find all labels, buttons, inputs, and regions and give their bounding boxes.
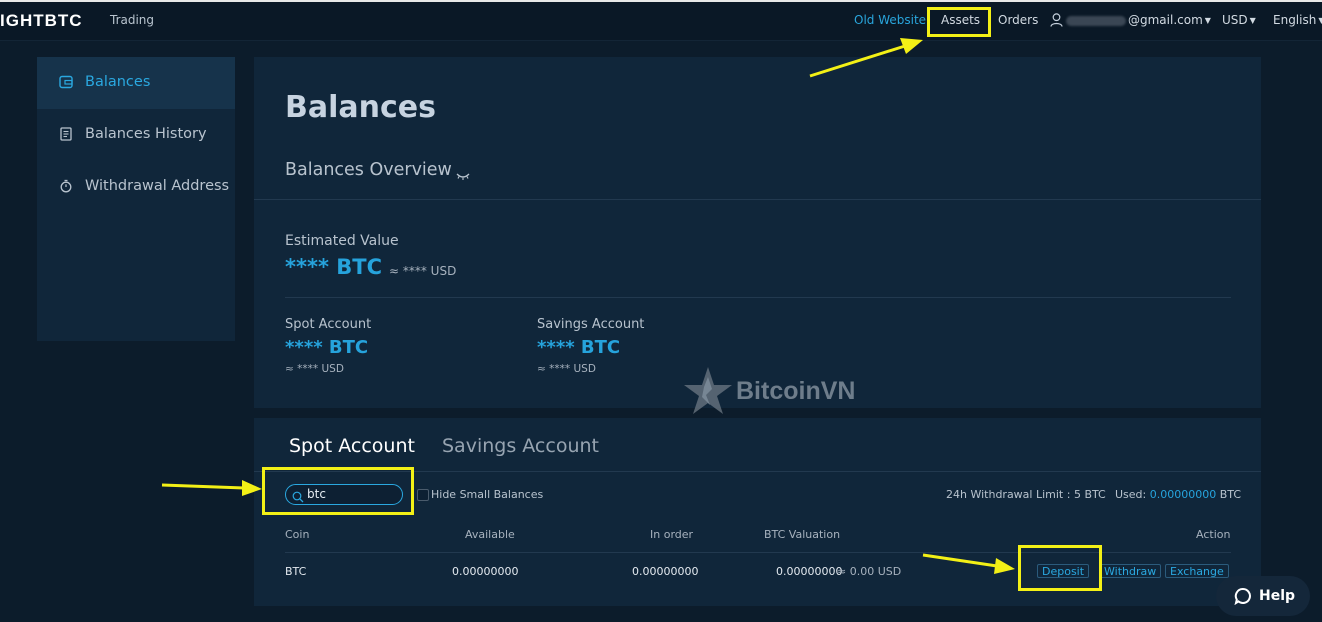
highlight-box-search — [262, 467, 414, 515]
sidebar-item-label: Withdrawal Address — [85, 178, 230, 194]
column-header-available: Available — [465, 528, 515, 541]
tab-spot-account[interactable]: Spot Account — [289, 435, 415, 457]
currency-selector[interactable]: USD ▼ — [1222, 13, 1256, 27]
arrow-to-search — [161, 483, 245, 490]
chevron-down-icon: ▼ — [1318, 16, 1322, 25]
sidebar-item-label: Balances History — [85, 126, 207, 142]
overview-heading: Balances Overview — [285, 160, 452, 180]
highlight-box-assets — [927, 7, 991, 37]
sidebar-item-balances[interactable]: Balances — [37, 57, 235, 109]
nav-link-orders[interactable]: Orders — [998, 13, 1038, 27]
hide-small-balances-checkbox[interactable] — [417, 489, 429, 501]
cell-in-order: 0.00000000 — [632, 565, 699, 578]
column-header-in-order: In order — [650, 528, 694, 541]
cell-available: 0.00000000 — [452, 565, 519, 578]
currency-label: USD — [1222, 13, 1248, 27]
cell-coin: BTC — [285, 565, 307, 578]
wallet-icon — [59, 75, 73, 89]
page-title: Balances — [285, 90, 436, 125]
watermark-text: BitcoinVN — [736, 377, 856, 405]
top-navigation-bar: IGHTBTC Trading Old Website Assets Order… — [0, 0, 1322, 41]
savings-account-value: **** BTC — [537, 337, 621, 358]
account-email-menu[interactable]: @gmail.com ▼ — [1066, 13, 1211, 27]
withdrawal-used: Used: 0.00000000 BTC — [1115, 488, 1241, 501]
tab-savings-account[interactable]: Savings Account — [442, 435, 599, 457]
sidebar: Balances Balances History Withdrawal Add… — [37, 57, 235, 341]
language-selector[interactable]: English ▼ — [1273, 13, 1322, 27]
sidebar-item-withdrawal-address[interactable]: Withdrawal Address — [37, 161, 235, 213]
divider — [285, 297, 1231, 298]
savings-account-usd: ≈ **** USD — [537, 363, 596, 375]
used-unit: BTC — [1216, 488, 1242, 501]
nav-link-trading[interactable]: Trading — [110, 13, 154, 27]
cell-btc-valuation: 0.00000000 — [776, 565, 843, 578]
estimated-value: **** BTC — [285, 255, 382, 279]
divider — [254, 199, 1261, 200]
top-edge-line — [0, 0, 1322, 2]
bitcoinvn-watermark: BitcoinVN — [682, 365, 855, 421]
savings-account-label: Savings Account — [537, 317, 645, 332]
redacted-email-prefix — [1066, 15, 1126, 26]
chevron-down-icon: ▼ — [1249, 16, 1256, 25]
sidebar-item-balances-history[interactable]: Balances History — [37, 109, 235, 161]
nav-link-old-website[interactable]: Old Website — [854, 13, 926, 27]
document-icon — [59, 127, 73, 141]
estimated-value-usd: ≈ **** USD — [389, 264, 457, 278]
estimated-value-label: Estimated Value — [285, 233, 399, 249]
spot-account-value: **** BTC — [285, 337, 369, 358]
column-header-btc-valuation: BTC Valuation — [764, 528, 841, 541]
sidebar-item-label: Balances — [85, 74, 151, 90]
used-value: 0.00000000 — [1149, 488, 1217, 501]
spot-account-label: Spot Account — [285, 317, 372, 332]
email-suffix: @gmail.com — [1128, 13, 1203, 27]
star-logo-icon — [684, 367, 732, 414]
chat-bubble-icon — [1234, 587, 1252, 609]
column-header-coin: Coin — [285, 528, 310, 541]
brand-logo[interactable]: IGHTBTC — [0, 11, 83, 31]
cell-usd-approx: ≈ 0.00 USD — [837, 565, 902, 578]
exchange-button[interactable]: Exchange — [1165, 564, 1229, 578]
help-label: Help — [1259, 588, 1296, 604]
spot-account-usd: ≈ **** USD — [285, 363, 344, 375]
eye-closed-icon[interactable] — [456, 166, 470, 185]
help-button[interactable]: Help — [1216, 576, 1310, 616]
timer-icon — [59, 179, 73, 193]
chevron-down-icon: ▼ — [1204, 16, 1211, 25]
withdraw-button[interactable]: Withdraw — [1099, 564, 1162, 578]
language-label: English — [1273, 13, 1317, 27]
used-label: Used: — [1115, 488, 1150, 501]
user-icon[interactable] — [1050, 12, 1063, 31]
balances-overview-panel: Balances Balances Overview Estimated Val… — [254, 57, 1261, 414]
highlight-box-deposit — [1018, 545, 1102, 591]
column-header-action: Action — [1196, 528, 1231, 541]
hide-small-balances-label[interactable]: Hide Small Balances — [431, 488, 543, 501]
withdrawal-limit: 24h Withdrawal Limit : 5 BTC — [946, 488, 1106, 501]
